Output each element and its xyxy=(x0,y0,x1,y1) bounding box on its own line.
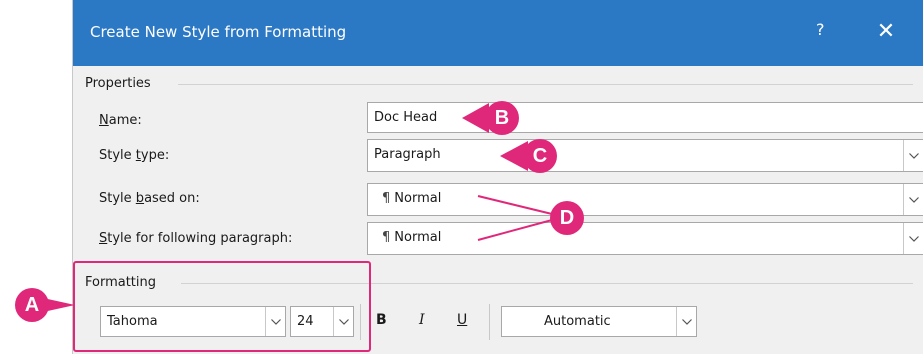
following-paragraph-value: Normal xyxy=(394,230,442,245)
callout-d: D xyxy=(550,201,584,235)
underline-button[interactable]: U xyxy=(457,312,467,328)
chevron-down-icon[interactable] xyxy=(903,184,923,215)
following-paragraph-label: Style for following paragraph: xyxy=(99,231,293,246)
dialog-title: Create New Style from Formatting xyxy=(90,23,347,41)
chevron-down-icon[interactable] xyxy=(903,140,923,171)
style-type-value: Paragraph xyxy=(374,147,441,162)
name-input-value: Doc Head xyxy=(374,110,438,125)
toolbar-separator xyxy=(489,304,490,340)
style-type-select[interactable]: Paragraph xyxy=(367,139,923,172)
name-label: Name: xyxy=(99,113,142,128)
pilcrow-icon: ¶ xyxy=(382,191,391,206)
bold-button[interactable]: B xyxy=(376,312,387,328)
callout-b: B xyxy=(485,101,519,135)
italic-button[interactable]: I xyxy=(419,312,425,328)
close-icon[interactable]: ✕ xyxy=(863,12,909,52)
following-paragraph-select[interactable]: ¶ Normal xyxy=(367,222,923,255)
font-color-value: Automatic xyxy=(544,314,611,329)
callout-a: A xyxy=(15,288,49,322)
formatting-highlight-box xyxy=(73,261,371,352)
style-type-label: Style type: xyxy=(99,148,170,163)
callout-c: C xyxy=(523,139,557,173)
chevron-down-icon[interactable] xyxy=(676,307,696,336)
pilcrow-icon: ¶ xyxy=(382,230,391,245)
chevron-down-icon[interactable] xyxy=(903,223,923,254)
properties-group-label: Properties xyxy=(85,76,151,91)
help-button[interactable]: ? xyxy=(816,20,825,39)
title-bar: Create New Style from Formatting ? ✕ xyxy=(73,0,923,66)
style-based-on-select[interactable]: ¶ Normal xyxy=(367,183,923,216)
name-input[interactable]: Doc Head xyxy=(367,102,923,133)
style-based-on-label: Style based on: xyxy=(99,191,200,206)
font-color-select[interactable]: Automatic xyxy=(501,306,697,337)
style-based-on-value: Normal xyxy=(394,191,442,206)
properties-divider xyxy=(178,84,913,85)
